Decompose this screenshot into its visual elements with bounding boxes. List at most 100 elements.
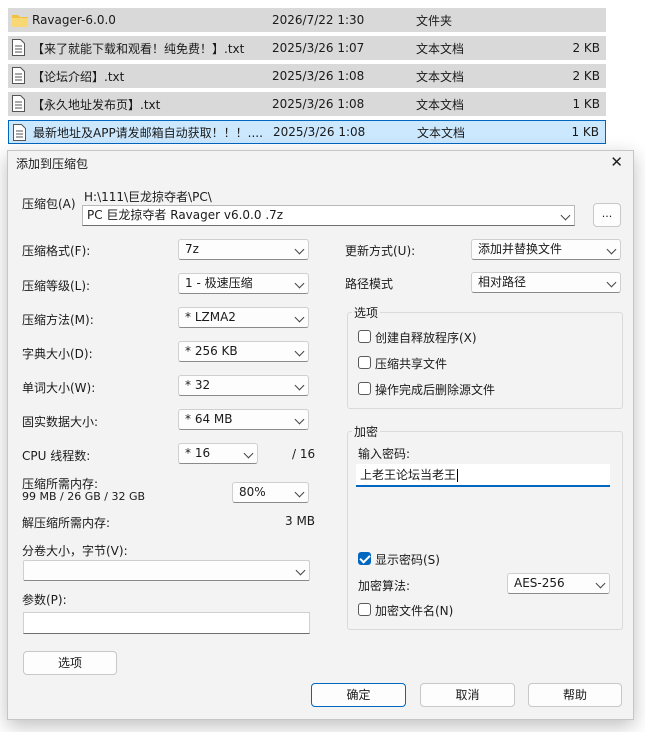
file-size: 1 KB: [571, 125, 599, 139]
dict-select[interactable]: * 256 KB: [178, 341, 309, 362]
method-label: 压缩方法(M):: [22, 313, 94, 327]
mem-compress-value: 99 MB / 26 GB / 32 GB: [22, 490, 146, 503]
update-select[interactable]: 添加并替换文件: [471, 239, 621, 260]
method-select[interactable]: * LZMA2: [178, 307, 309, 328]
encrypt-names-label[interactable]: 加密文件名(N): [375, 602, 453, 619]
shared-label[interactable]: 压缩共享文件: [375, 355, 447, 372]
file-type: 文本文档: [417, 125, 466, 140]
threads-total: / 16: [292, 447, 316, 461]
shared-checkbox[interactable]: [358, 356, 371, 369]
file-name: 最新地址及APP请发邮箱自动获取！！！....: [33, 125, 263, 140]
password-input[interactable]: 上老王论坛当老王: [356, 464, 610, 487]
add-to-archive-dialog: 添加到压缩包 ✕ 压缩包(A) H:\111\巨龙掠夺者\PC\ PC 巨龙掠夺…: [7, 150, 634, 720]
file-date: 2025/3/26 1:07: [272, 41, 365, 55]
file-name: 【永久地址发布页】.txt: [32, 97, 161, 112]
mem-decompress-label: 解压缩所需内存:: [22, 516, 111, 530]
file-row[interactable]: Ravager-6.0.0 2026/7/22 1:30 文件夹: [8, 8, 606, 32]
close-icon[interactable]: ✕: [610, 153, 623, 171]
text-caret: [457, 469, 459, 482]
word-label: 单词大小(W):: [22, 381, 96, 395]
file-row[interactable]: 【永久地址发布页】.txt 2025/3/26 1:08 文本文档 1 KB: [8, 92, 606, 116]
chevron-down-icon[interactable]: [294, 487, 305, 498]
ok-button[interactable]: 确定: [311, 683, 406, 707]
help-button[interactable]: 帮助: [528, 683, 622, 707]
params-label: 参数(P):: [22, 593, 67, 607]
show-password-checkbox[interactable]: [358, 552, 371, 565]
file-type: 文本文档: [416, 69, 465, 84]
text-file-icon: [12, 67, 26, 85]
pathmode-value: 相对路径: [478, 275, 527, 289]
sfx-checkbox[interactable]: [358, 330, 371, 343]
method-value: * LZMA2: [185, 310, 236, 324]
chevron-down-icon[interactable]: [560, 210, 571, 221]
file-date: 2025/3/26 1:08: [272, 69, 365, 83]
cancel-button[interactable]: 取消: [420, 683, 515, 707]
delete-checkbox[interactable]: [358, 382, 371, 395]
dict-value: * 256 KB: [185, 344, 238, 358]
level-select[interactable]: 1 - 极速压缩: [178, 273, 309, 294]
word-value: * 32: [185, 378, 211, 392]
mem-decompress-value: 3 MB: [285, 514, 316, 528]
file-row[interactable]: 【来了就能下载和观看！纯免费！】.txt 2025/3/26 1:07 文本文档 2 …: [8, 36, 606, 60]
file-date: 2025/3/26 1:08: [272, 97, 365, 111]
archive-path: H:\111\巨龙掠夺者\PC\: [84, 190, 212, 204]
encrypt-names-checkbox[interactable]: [358, 603, 371, 616]
chevron-down-icon[interactable]: [294, 278, 305, 289]
file-size: 2 KB: [572, 41, 600, 55]
word-select[interactable]: * 32: [178, 375, 309, 396]
pathmode-select[interactable]: 相对路径: [471, 272, 621, 293]
browse-button[interactable]: ...: [593, 203, 621, 227]
dict-label: 字典大小(D):: [22, 347, 93, 361]
password-label: 输入密码:: [358, 447, 411, 461]
chevron-down-icon[interactable]: [294, 414, 305, 425]
chevron-down-icon[interactable]: [606, 277, 617, 288]
delete-label[interactable]: 操作完成后删除源文件: [375, 381, 495, 398]
chevron-down-icon[interactable]: [294, 312, 305, 323]
chevron-down-icon[interactable]: [294, 380, 305, 391]
file-name: 【来了就能下载和观看！纯免费！】.txt: [32, 41, 245, 56]
pathmode-label: 路径模式: [345, 277, 394, 291]
file-row[interactable]: 【论坛介绍】.txt 2025/3/26 1:08 文本文档 2 KB: [8, 64, 606, 88]
file-date: 2025/3/26 1:08: [273, 125, 366, 139]
enc-method-select[interactable]: AES-256: [507, 573, 610, 594]
enc-method-value: AES-256: [514, 576, 565, 590]
encrypt-title: 加密: [352, 423, 381, 440]
chevron-down-icon[interactable]: [295, 565, 306, 576]
format-select[interactable]: 7z: [178, 239, 309, 260]
split-label: 分卷大小，字节(V):: [22, 544, 128, 558]
update-value: 添加并替换文件: [478, 242, 563, 256]
file-size: 1 KB: [572, 97, 600, 111]
file-row[interactable]: 最新地址及APP请发邮箱自动获取！！！.... 2025/3/26 1:08 文本文…: [8, 120, 606, 144]
file-type: 文本文档: [416, 41, 465, 56]
file-date: 2026/7/22 1:30: [272, 13, 365, 27]
archive-label: 压缩包(A): [22, 197, 76, 211]
level-value: 1 - 极速压缩: [185, 276, 253, 290]
file-type: 文本文档: [416, 97, 465, 112]
sfx-label[interactable]: 创建自释放程序(X): [375, 329, 477, 346]
text-file-icon: [12, 95, 26, 113]
format-value: 7z: [185, 242, 199, 256]
file-size: 2 KB: [572, 69, 600, 83]
chevron-down-icon[interactable]: [606, 244, 617, 255]
solid-select[interactable]: * 64 MB: [178, 409, 309, 430]
chevron-down-icon[interactable]: [243, 448, 254, 459]
threads-select[interactable]: * 16: [178, 443, 258, 464]
file-name: 【论坛介绍】.txt: [32, 69, 125, 84]
chevron-down-icon[interactable]: [294, 244, 305, 255]
chevron-down-icon[interactable]: [294, 346, 305, 357]
password-value: 上老王论坛当老王: [360, 468, 457, 482]
options-title: 选项: [352, 304, 381, 321]
split-select[interactable]: [23, 560, 310, 581]
options-button[interactable]: 选项: [23, 651, 117, 675]
file-type: 文件夹: [416, 13, 453, 28]
solid-label: 固实数据大小:: [22, 415, 99, 429]
params-input[interactable]: [23, 612, 310, 634]
mem-percent-select[interactable]: 80%: [232, 482, 309, 503]
show-password-label[interactable]: 显示密码(S): [375, 551, 440, 568]
archive-name-value: PC 巨龙掠夺者 Ravager v6.0.0 .7z: [87, 208, 284, 222]
text-file-icon: [13, 124, 27, 142]
archive-name-combo[interactable]: PC 巨龙掠夺者 Ravager v6.0.0 .7z: [82, 205, 575, 226]
mem-percent-value: 80%: [239, 485, 266, 499]
chevron-down-icon[interactable]: [595, 578, 606, 589]
enc-method-label: 加密算法:: [358, 579, 411, 593]
